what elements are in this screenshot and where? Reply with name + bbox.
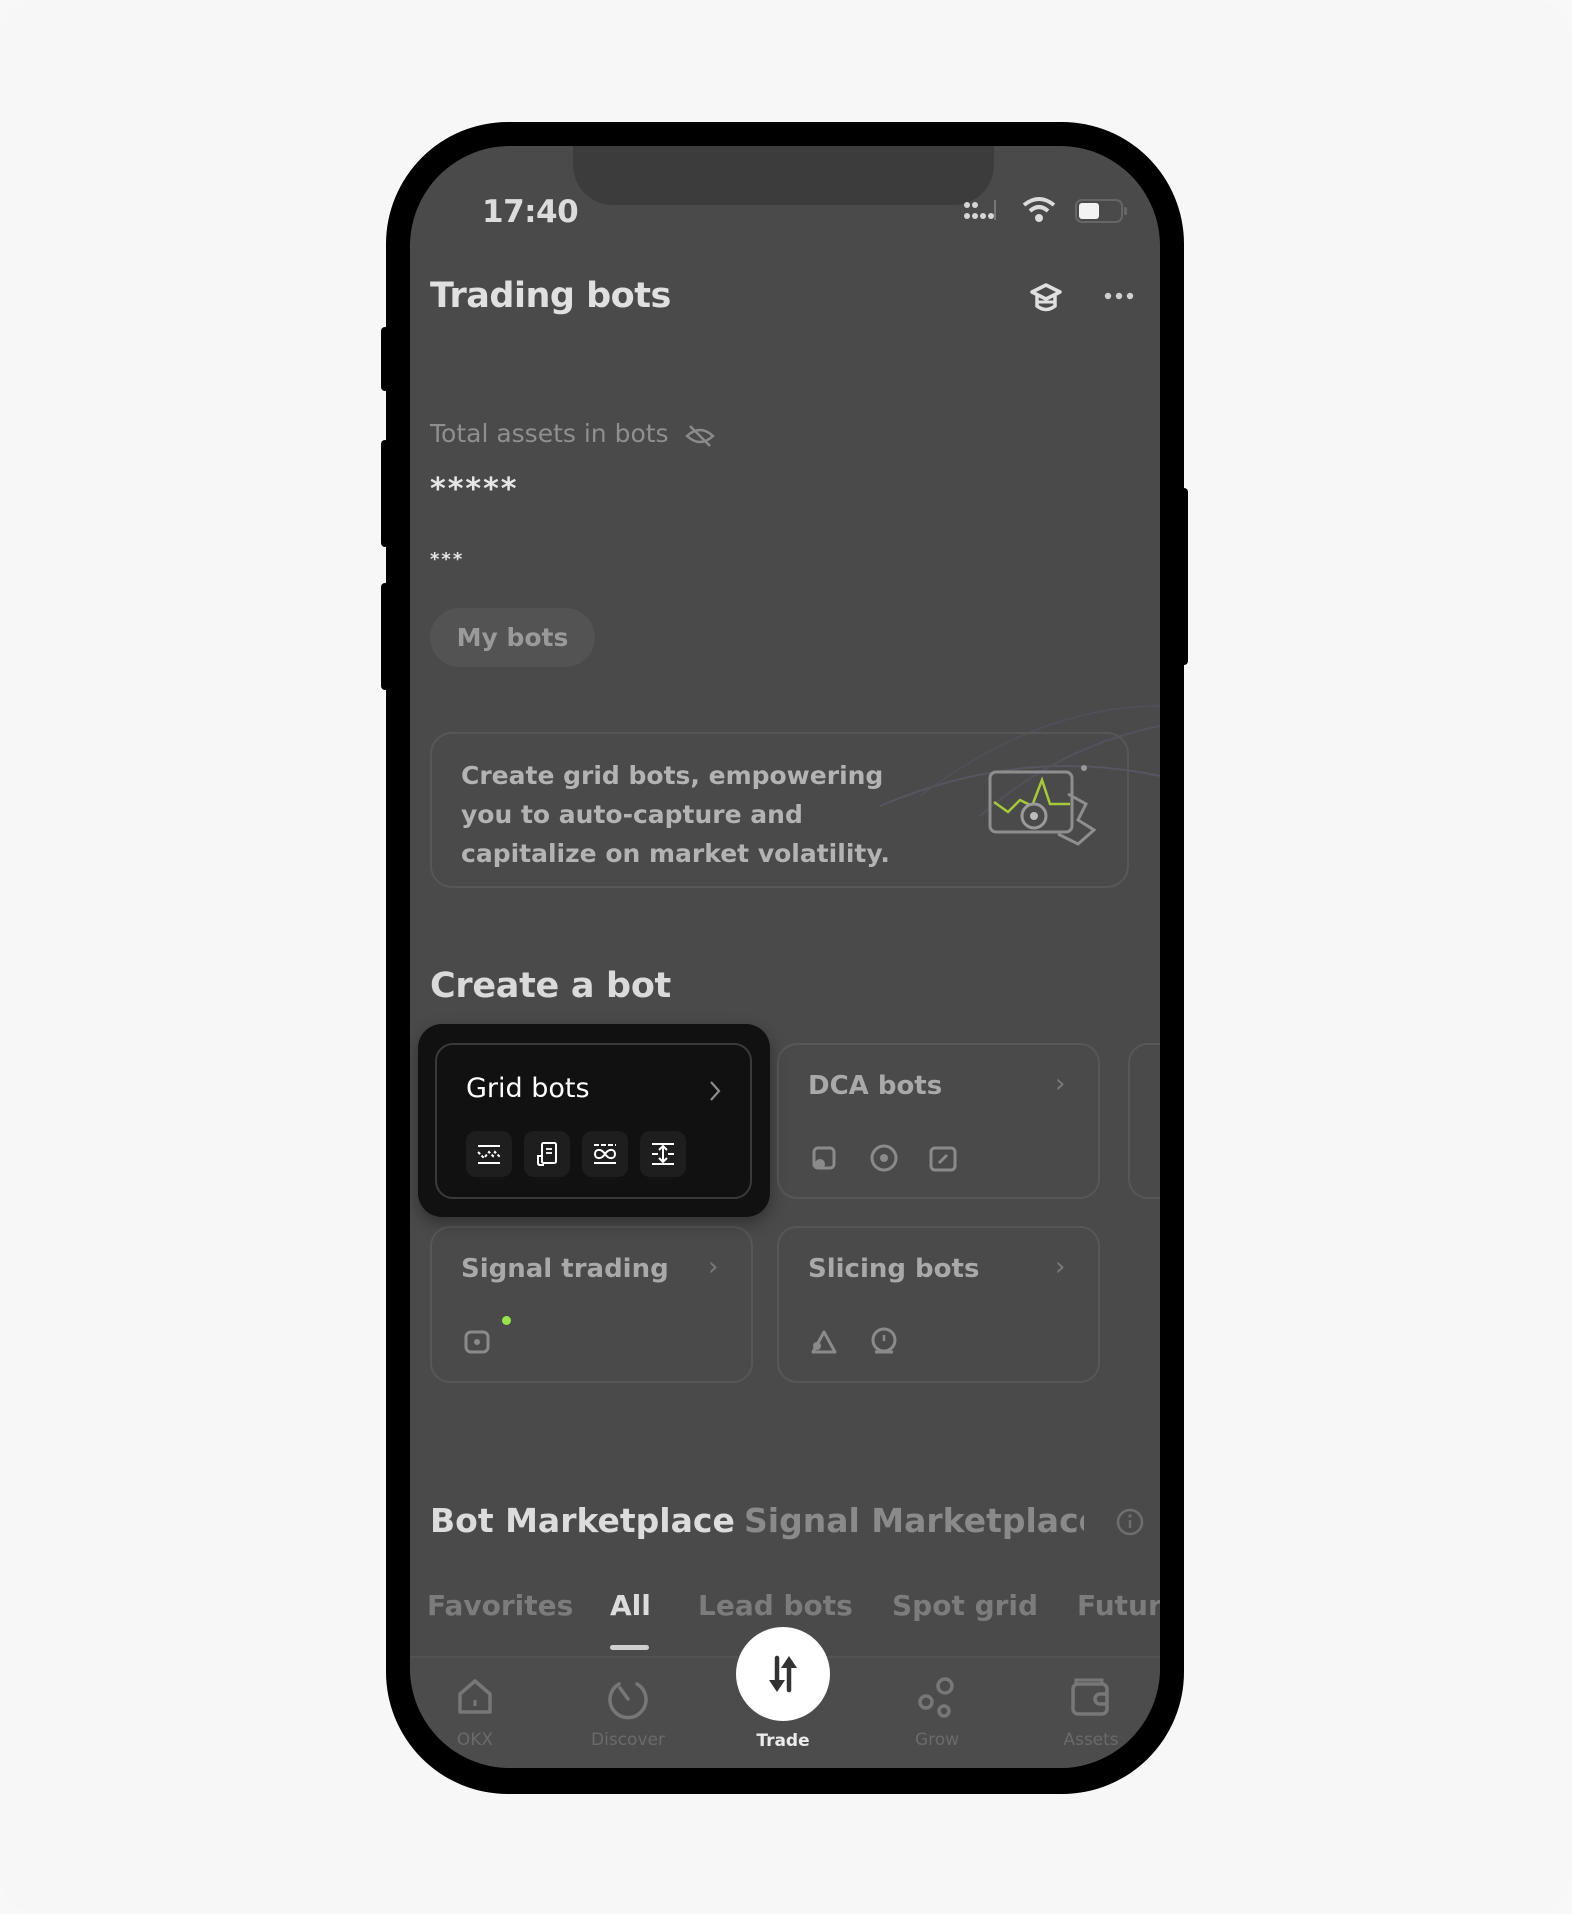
battery-icon xyxy=(1075,199,1131,223)
filter-favorites[interactable]: Favorites xyxy=(427,1589,573,1622)
total-assets-subvalue: *** xyxy=(430,549,465,570)
promo-text: Create grid bots, empowering you to auto… xyxy=(461,761,890,868)
home-icon xyxy=(415,1676,535,1718)
filter-lead-bots[interactable]: Lead bots xyxy=(698,1589,853,1622)
filter-active-underline xyxy=(610,1645,649,1650)
notch xyxy=(573,146,994,205)
grid-bots-highlight: Grid bots xyxy=(418,1024,770,1217)
chevron-right-icon xyxy=(708,1080,722,1102)
promo-banner[interactable]: Create grid bots, empowering you to auto… xyxy=(430,732,1129,888)
signal-icon xyxy=(963,198,999,224)
grid-bots-title: Grid bots xyxy=(466,1073,590,1104)
nav-discover[interactable]: Discover xyxy=(568,1676,688,1750)
filter-futures-grid[interactable]: Futur xyxy=(1077,1589,1160,1622)
nav-assets[interactable]: Assets xyxy=(1031,1676,1151,1750)
discover-icon xyxy=(568,1676,688,1722)
nav-label: Discover xyxy=(591,1730,665,1750)
total-assets-label: Total assets in bots xyxy=(430,419,669,448)
trade-icon xyxy=(769,1655,797,1693)
dca-bots-title: DCA bots xyxy=(808,1071,943,1101)
nav-trade-label: Trade xyxy=(756,1731,810,1751)
filter-all[interactable]: All xyxy=(610,1589,651,1622)
eye-off-icon[interactable] xyxy=(685,422,715,450)
info-icon[interactable] xyxy=(1115,1507,1145,1537)
twap-icon[interactable] xyxy=(861,1318,907,1364)
nav-label: OKX xyxy=(456,1730,494,1750)
more-bots-card[interactable] xyxy=(1128,1043,1160,1199)
futures-grid-icon[interactable] xyxy=(524,1131,570,1177)
total-assets-value: ***** xyxy=(430,472,519,507)
wifi-icon xyxy=(1022,196,1056,224)
moon-grid-icon[interactable] xyxy=(640,1131,686,1177)
my-bots-button[interactable]: My bots xyxy=(430,608,595,667)
phone-screen: 17:40 Trading bots Total assets in bots … xyxy=(410,146,1160,1768)
dca-bots-card[interactable]: DCA bots › xyxy=(777,1043,1100,1199)
nav-okx[interactable]: OKX xyxy=(415,1676,535,1750)
spot-dca-icon[interactable] xyxy=(801,1135,847,1181)
nav-label: Grow xyxy=(914,1730,960,1750)
nav-grow[interactable]: Grow xyxy=(877,1676,997,1750)
more-icon[interactable] xyxy=(1103,290,1135,302)
wallet-icon xyxy=(1031,1676,1151,1720)
graduation-cap-icon[interactable] xyxy=(1028,280,1064,316)
futures-dca-icon[interactable] xyxy=(861,1135,907,1181)
spot-grid-icon[interactable] xyxy=(466,1131,512,1177)
nav-trade[interactable] xyxy=(736,1627,830,1721)
create-bot-heading: Create a bot xyxy=(430,966,671,1006)
tab-signal-marketplace[interactable]: Signal Marketplace xyxy=(744,1501,1084,1540)
chevron-right-icon: › xyxy=(1055,1069,1066,1099)
iceberg-icon[interactable] xyxy=(801,1318,847,1364)
recurring-buy-icon[interactable] xyxy=(920,1135,966,1181)
slicing-bots-title: Slicing bots xyxy=(808,1254,980,1284)
slicing-bots-card[interactable]: Slicing bots › xyxy=(777,1226,1100,1383)
signal-trading-title: Signal trading xyxy=(461,1254,669,1284)
chevron-right-icon: › xyxy=(1055,1252,1066,1282)
infinity-grid-icon[interactable] xyxy=(582,1131,628,1177)
signal-trading-card[interactable]: Signal trading › xyxy=(430,1226,753,1383)
chevron-right-icon: › xyxy=(708,1252,719,1282)
grid-bots-card[interactable]: Grid bots xyxy=(435,1043,752,1199)
signal-bot-icon[interactable] xyxy=(454,1318,500,1364)
new-badge-dot xyxy=(502,1316,511,1325)
grid-chart-illustration xyxy=(986,764,1102,854)
page-title: Trading bots xyxy=(430,276,671,316)
status-time: 17:40 xyxy=(482,194,579,230)
tab-bot-marketplace[interactable]: Bot Marketplace xyxy=(430,1501,735,1540)
nav-label: Assets xyxy=(1063,1730,1119,1750)
filter-spot-grid[interactable]: Spot grid xyxy=(892,1589,1038,1622)
grow-icon xyxy=(877,1676,997,1720)
